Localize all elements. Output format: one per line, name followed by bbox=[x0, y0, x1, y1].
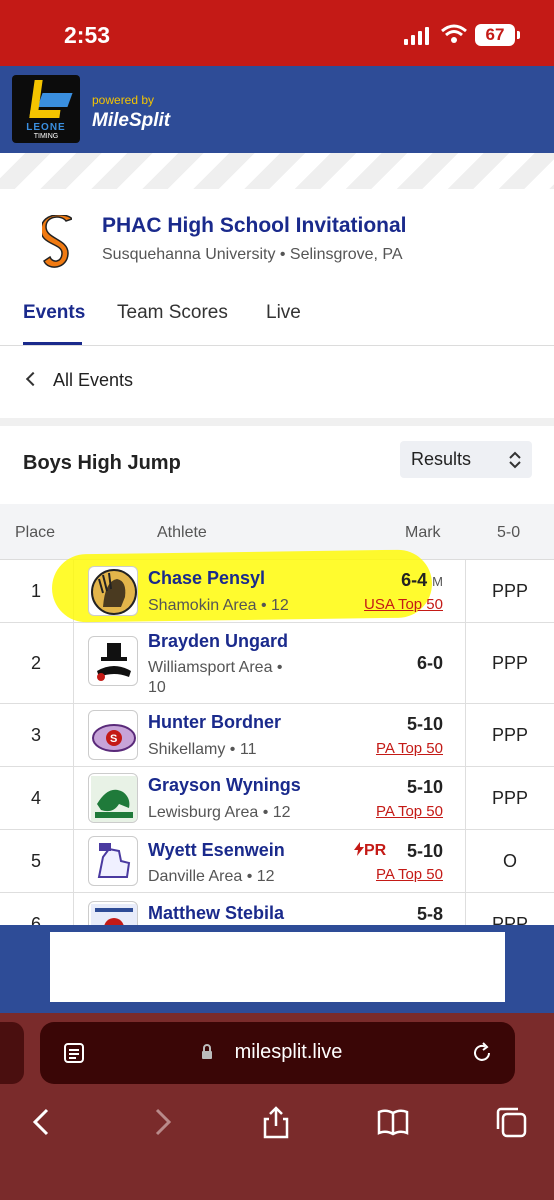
athlete-name[interactable]: Wyett Esenwein bbox=[148, 840, 285, 861]
athlete-mark: 6-0 bbox=[416, 653, 443, 673]
tab-events[interactable]: Events bbox=[23, 302, 85, 324]
pa-top50-badge[interactable]: PA Top 50 bbox=[376, 803, 443, 820]
table-row[interactable]: 5 Wyett Esenwein Danville Area • 12 PR 5… bbox=[0, 830, 554, 893]
athlete-team-line1: Williamsport Area • bbox=[148, 659, 283, 676]
table-row[interactable]: 6 Matthew Stebila 5-8 PPP bbox=[0, 893, 554, 925]
row-attempts: PPP bbox=[491, 581, 529, 601]
reload-icon[interactable] bbox=[470, 1041, 494, 1065]
ad-banner bbox=[0, 925, 554, 1013]
row-attempts: PPP bbox=[491, 725, 529, 745]
school-logo-icon: S bbox=[42, 215, 72, 268]
status-bar: 2:53 67 bbox=[0, 0, 554, 66]
team-logo-lewisburg bbox=[88, 773, 138, 823]
tabs-icon[interactable] bbox=[494, 1105, 528, 1139]
svg-text:S: S bbox=[110, 733, 117, 745]
meet-title[interactable]: PHAC High School Invitational bbox=[102, 214, 407, 238]
row-place: 5 bbox=[30, 851, 41, 871]
athlete-mark: 5-10 bbox=[406, 777, 443, 797]
table-row[interactable]: 2 Brayden Ungard Williamsport Area • 10 … bbox=[0, 623, 554, 704]
decorative-stripes bbox=[0, 153, 554, 189]
row-place: 1 bbox=[30, 581, 41, 601]
tab-live[interactable]: Live bbox=[266, 302, 301, 324]
event-title: Boys High Jump bbox=[23, 452, 181, 474]
athlete-name[interactable]: Matthew Stebila bbox=[148, 903, 284, 924]
tab-bar: Events Team Scores Live bbox=[0, 296, 554, 346]
select-updown-icon bbox=[509, 451, 521, 469]
table-row[interactable]: 3 S Hunter Bordner Shikellamy • 11 5-10 … bbox=[0, 704, 554, 767]
meet-location: Susquehanna University • Selinsgrove, PA bbox=[102, 246, 403, 263]
athlete-name[interactable]: Grayson Wynings bbox=[148, 775, 301, 796]
forward-icon[interactable] bbox=[145, 1105, 179, 1139]
browser-chrome: milesplit.live bbox=[0, 1013, 554, 1200]
logo-subtext: TIMING bbox=[33, 133, 59, 140]
signal-icon bbox=[404, 27, 429, 45]
battery-icon: 67 bbox=[475, 24, 520, 46]
previous-tab-stub[interactable] bbox=[0, 1022, 24, 1084]
logo-text: LEONE bbox=[26, 122, 66, 133]
share-icon[interactable] bbox=[259, 1105, 293, 1139]
address-bar[interactable]: milesplit.live bbox=[40, 1022, 515, 1084]
row-place: 3 bbox=[30, 725, 41, 745]
athlete-team: Lewisburg Area • 12 bbox=[148, 804, 291, 821]
row-attempts: O bbox=[502, 851, 517, 871]
header-athlete: Athlete bbox=[157, 524, 207, 541]
athlete-name[interactable]: Hunter Bordner bbox=[148, 712, 281, 733]
all-events-link[interactable]: All Events bbox=[0, 346, 554, 418]
leone-timing-logo[interactable]: LEONE TIMING bbox=[12, 75, 80, 143]
header-height: 5-0 bbox=[497, 524, 521, 541]
all-events-label: All Events bbox=[53, 370, 134, 390]
team-logo-williamsport bbox=[88, 636, 138, 686]
athlete-team-line2: 10 bbox=[148, 679, 166, 696]
row-place: 4 bbox=[30, 788, 41, 808]
pa-top50-badge[interactable]: PA Top 50 bbox=[376, 740, 443, 757]
bookmarks-icon[interactable] bbox=[376, 1105, 410, 1139]
row-attempts: PPP bbox=[491, 653, 529, 673]
athlete-mark: 6-4 M bbox=[401, 570, 443, 590]
athlete-team: Danville Area • 12 bbox=[148, 868, 275, 885]
results-select[interactable]: Results bbox=[400, 441, 532, 478]
lightning-icon bbox=[354, 842, 364, 856]
athlete-team: Shamokin Area • 12 bbox=[148, 597, 289, 614]
athlete-mark: 5-8 bbox=[416, 904, 443, 924]
back-icon[interactable] bbox=[25, 1105, 59, 1139]
row-place: 6 bbox=[30, 914, 41, 925]
athlete-mark: 5-10 bbox=[406, 714, 443, 734]
pr-badge: PR bbox=[354, 842, 386, 860]
url-text: milesplit.live bbox=[234, 1041, 343, 1063]
athlete-name[interactable]: Chase Pensyl bbox=[148, 568, 265, 589]
team-logo-selinsgrove bbox=[88, 901, 138, 925]
pa-top50-badge[interactable]: PA Top 50 bbox=[376, 866, 443, 883]
table-row[interactable]: 4 Grayson Wynings Lewisburg Area • 12 5-… bbox=[0, 767, 554, 830]
athlete-team: Shikellamy • 11 bbox=[148, 741, 257, 758]
usa-top50-badge[interactable]: USA Top 50 bbox=[364, 596, 443, 613]
brand-header: LEONE TIMING powered by MileSplit bbox=[0, 66, 554, 153]
team-logo-shamokin bbox=[88, 566, 138, 616]
section-divider bbox=[0, 418, 554, 426]
powered-by-label: powered by bbox=[92, 93, 155, 107]
ad-placeholder[interactable] bbox=[50, 932, 505, 1002]
results-select-value: Results bbox=[411, 449, 472, 469]
row-place: 2 bbox=[30, 653, 41, 673]
wifi-icon bbox=[441, 24, 467, 43]
row-attempts: PPP bbox=[491, 788, 529, 808]
milesplit-logo[interactable]: MileSplit bbox=[92, 110, 170, 132]
team-logo-shikellamy: S bbox=[88, 710, 138, 760]
athlete-mark: 5-10 bbox=[406, 841, 443, 861]
tab-team-scores[interactable]: Team Scores bbox=[117, 302, 228, 324]
athlete-name[interactable]: Brayden Ungard bbox=[148, 631, 288, 652]
wind-indicator: M bbox=[432, 574, 443, 589]
chevron-left-icon bbox=[25, 371, 41, 387]
header-place: Place bbox=[15, 524, 56, 541]
team-logo-danville bbox=[88, 836, 138, 886]
header-mark: Mark bbox=[405, 524, 441, 541]
status-time: 2:53 bbox=[64, 22, 111, 48]
row-attempts: PPP bbox=[491, 914, 529, 925]
active-tab-indicator bbox=[23, 342, 82, 345]
